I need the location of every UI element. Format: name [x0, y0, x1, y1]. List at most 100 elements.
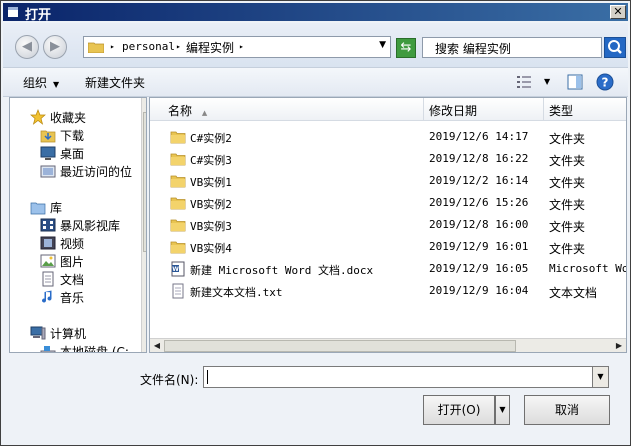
nav-item-label: 最近访问的位 — [60, 165, 133, 179]
open-options-button[interactable]: ▼ — [495, 395, 510, 425]
file-row[interactable]: VB实例4 2019/12/9 16:01 文件夹 — [150, 236, 626, 258]
organize-label: 组织 — [23, 76, 48, 90]
command-toolbar: 组织 ▼ 新建文件夹 ▼ ? — [3, 68, 628, 97]
file-name: VB实例4 — [190, 242, 232, 255]
file-row[interactable]: VB实例1 2019/12/2 16:14 文件夹 — [150, 170, 626, 192]
scroll-up-icon[interactable]: ▲ — [142, 98, 147, 112]
library-icon — [30, 202, 46, 215]
nav-vertical-scrollbar[interactable]: ▲ ▼ — [141, 98, 147, 352]
file-date: 2019/12/6 14:17 — [429, 130, 529, 143]
file-type: 文件夹 — [549, 198, 586, 212]
file-list: 名称 ▲ 修改日期 类型 C#实例2 2019/12/6 14:17 文件夹 C#实例… — [149, 97, 627, 353]
open-dialog: 打开 ✕ ◀ ▶ ▸ personal ▸ 编程实例 ▸ ▼ ⇆ 搜索 编程实例 — [0, 0, 631, 446]
file-date: 2019/12/9 16:01 — [429, 240, 529, 253]
file-row[interactable]: VB实例3 2019/12/8 16:00 文件夹 — [150, 214, 626, 236]
cancel-button[interactable]: 取消 — [524, 395, 610, 425]
folder-icon — [170, 131, 186, 144]
scroll-right-icon[interactable]: ▶ — [612, 339, 626, 352]
new-folder-button[interactable]: 新建文件夹 — [85, 74, 145, 91]
folder-icon — [170, 219, 186, 232]
title-bar: 打开 ✕ — [3, 3, 628, 23]
filename-dropdown-button[interactable]: ▼ — [592, 366, 609, 388]
chevron-down-icon: ▼ — [53, 80, 60, 89]
close-button[interactable]: ✕ — [610, 5, 626, 19]
address-box[interactable]: ▸ personal ▸ 编程实例 ▸ ▼ — [83, 36, 391, 58]
column-header-name[interactable]: 名称 ▲ — [168, 102, 207, 119]
dialog-icon — [8, 7, 18, 17]
file-date: 2019/12/2 16:14 — [429, 174, 529, 187]
view-options-icon[interactable] — [516, 75, 532, 89]
hard-disk-icon — [40, 346, 56, 352]
forward-button[interactable]: ▶ — [43, 35, 67, 59]
scroll-left-icon[interactable]: ◀ — [150, 339, 164, 352]
scroll-thumb[interactable] — [164, 340, 516, 352]
computer-icon — [30, 326, 46, 340]
nav-library-label: 库 — [50, 201, 63, 215]
file-type: 文件夹 — [549, 242, 586, 256]
dialog-footer: 文件名(N): ▼ 打开(O) ▼ 取消 — [3, 354, 628, 444]
nav-item-label: 下载 — [60, 129, 85, 143]
open-button[interactable]: 打开(O) — [423, 395, 495, 425]
column-header-type[interactable]: 类型 — [549, 102, 573, 119]
search-input[interactable]: 搜索 编程实例 — [422, 37, 602, 58]
file-row[interactable]: VB实例2 2019/12/6 15:26 文件夹 — [150, 192, 626, 214]
crumb-separator-icon: ▸ — [176, 42, 181, 51]
column-divider[interactable] — [423, 98, 424, 120]
scroll-down-icon[interactable]: ▼ — [142, 338, 147, 352]
text-file-icon — [172, 283, 184, 299]
filename-label: 文件名(N): — [140, 373, 199, 387]
folder-icon — [88, 42, 104, 53]
file-list-horizontal-scrollbar[interactable]: ◀ ▶ — [150, 338, 626, 352]
preview-pane-icon[interactable] — [567, 74, 583, 90]
video-library-icon — [40, 218, 56, 232]
star-icon — [30, 109, 46, 125]
back-arrow-icon: ◀ — [22, 39, 32, 54]
file-type: 文件夹 — [549, 132, 586, 146]
back-button[interactable]: ◀ — [15, 35, 39, 59]
help-icon[interactable]: ? — [596, 73, 614, 91]
file-date: 2019/12/8 16:22 — [429, 152, 529, 165]
folder-icon — [170, 153, 186, 166]
crumb-current[interactable]: 编程实例 — [186, 39, 234, 56]
column-header-row: 名称 ▲ 修改日期 类型 — [150, 98, 626, 121]
file-date: 2019/12/8 16:00 — [429, 218, 529, 231]
video-icon — [40, 236, 56, 250]
column-name-label: 名称 — [168, 104, 193, 118]
file-name: VB实例3 — [190, 220, 232, 233]
file-name: 新建文本文档.txt — [190, 286, 283, 299]
file-row[interactable]: C#实例2 2019/12/6 14:17 文件夹 — [150, 126, 626, 148]
file-type: 文件夹 — [549, 176, 586, 190]
nav-item-label: 桌面 — [60, 147, 85, 161]
search-button[interactable] — [604, 37, 626, 58]
file-row[interactable]: 新建文本文档.txt 2019/12/9 16:04 文本文档 — [150, 280, 626, 302]
view-dropdown-icon[interactable]: ▼ — [544, 77, 550, 86]
refresh-icon: ⇆ — [400, 40, 412, 55]
nav-favorites-label: 收藏夹 — [50, 111, 87, 125]
sort-ascending-icon: ▲ — [201, 109, 208, 117]
scroll-thumb[interactable] — [143, 112, 146, 252]
nav-item-label: 音乐 — [60, 291, 85, 305]
file-date: 2019/12/9 16:05 — [429, 262, 529, 275]
column-divider[interactable] — [543, 98, 544, 120]
file-date: 2019/12/9 16:04 — [429, 284, 529, 297]
file-row[interactable]: W 新建 Microsoft Word 文档.docx 2019/12/9 16:0… — [150, 258, 626, 280]
nav-item-label: 图片 — [60, 255, 85, 269]
address-dropdown-icon[interactable]: ▼ — [379, 40, 386, 50]
downloads-icon — [40, 130, 56, 143]
nav-computer-label: 计算机 — [50, 327, 87, 341]
close-icon: ✕ — [613, 5, 623, 18]
file-type: 文件夹 — [549, 220, 586, 234]
text-caret — [207, 370, 208, 384]
file-type: 文件夹 — [549, 154, 586, 168]
crumb-personal[interactable]: personal — [122, 40, 175, 53]
svg-text:?: ? — [602, 76, 609, 90]
column-header-date[interactable]: 修改日期 — [429, 102, 477, 119]
file-name: C#实例3 — [190, 154, 232, 167]
nav-item-label: 本地磁盘 (C: — [60, 345, 129, 353]
file-row[interactable]: C#实例3 2019/12/8 16:22 文件夹 — [150, 148, 626, 170]
filename-input[interactable] — [203, 366, 595, 388]
organize-menu[interactable]: 组织 ▼ — [23, 74, 59, 91]
recent-places-icon — [40, 165, 56, 178]
folder-icon — [170, 175, 186, 188]
refresh-button[interactable]: ⇆ — [396, 38, 416, 58]
